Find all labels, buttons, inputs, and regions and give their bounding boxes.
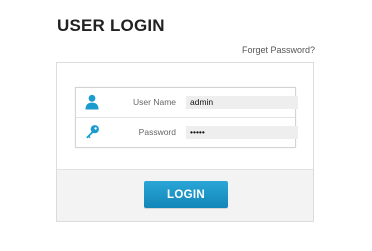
user-icon: [84, 94, 100, 110]
key-icon: [84, 124, 100, 140]
page-title: USER LOGIN: [57, 16, 165, 35]
login-button[interactable]: LOGIN: [144, 181, 228, 208]
password-row: Password: [76, 118, 298, 147]
login-page: USER LOGIN Forget Password? User Name ad…: [0, 0, 372, 251]
password-field[interactable]: [186, 126, 298, 139]
username-field[interactable]: [186, 96, 298, 109]
username-row: User Name: [76, 88, 298, 118]
username-label: User Name: [133, 97, 176, 107]
forgot-password-link[interactable]: Forget Password?: [242, 45, 315, 55]
login-fields: User Name Password: [75, 87, 298, 148]
login-panel: User Name Password LOGIN: [56, 62, 314, 222]
password-label: Password: [138, 127, 176, 137]
login-panel-body: User Name Password: [57, 63, 313, 170]
